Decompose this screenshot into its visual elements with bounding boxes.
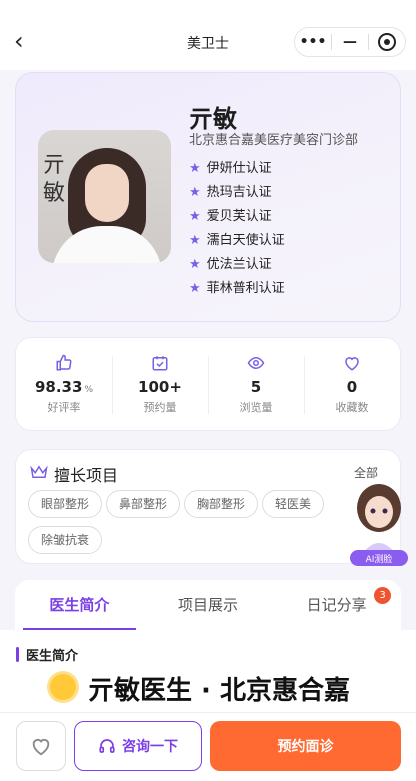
tab-projects[interactable]: 项目展示: [144, 580, 273, 630]
target-icon: [378, 33, 396, 51]
book-consultation-button[interactable]: 预约面诊: [210, 721, 401, 771]
eye-icon: [208, 354, 304, 374]
heart-outline-icon: [32, 739, 50, 756]
favorite-button[interactable]: [16, 721, 66, 771]
star-icon: ★: [189, 281, 201, 296]
certification-label: 菲林普利认证: [206, 281, 285, 296]
stat-value: 98.33: [34, 378, 83, 396]
tab-doctor-intro[interactable]: 医生简介: [15, 580, 144, 630]
diary-count-badge: 3: [374, 587, 392, 604]
certification-label: 伊妍仕认证: [206, 161, 272, 176]
doctor-profile-card: 亓敏 亓敏 北京惠合嘉美医疗美容门诊部 ★ 伊妍仕认证 ★ 热玛吉认证 ★ 爱贝芙认证…: [15, 72, 401, 322]
ai-label: AI测脸: [366, 553, 393, 565]
skills-card: 擅长项目 全部 眼部整形 鼻部整形 胸部整形 轻医美 除皱抗衰: [15, 449, 401, 564]
more-menu-button[interactable]: •••: [295, 34, 331, 50]
intro-headline: 亓敏医生 · 北京惠合嘉: [88, 676, 350, 706]
tab-diary-label: 日记分享: [306, 596, 367, 614]
certification-item: ★ 菲林普利认证: [189, 277, 285, 301]
stat-views: 5 浏览量: [208, 338, 304, 430]
heart-icon: [304, 354, 400, 374]
stat-rating: 98.33% 好评率: [16, 338, 112, 430]
photo-face: [85, 164, 129, 222]
bottom-action-bar: 咨询一下 预约面诊: [0, 712, 416, 781]
minimize-button[interactable]: —: [332, 34, 368, 50]
stat-appointments: 100+ 预约量: [112, 338, 208, 430]
certification-item: ★ 热玛吉认证: [189, 181, 285, 205]
calendar-icon: [112, 354, 208, 374]
stat-favorites: 0 收藏数: [304, 338, 400, 430]
stat-label: 预约量: [143, 401, 177, 414]
stat-label: 好评率: [47, 401, 81, 414]
tab-diary[interactable]: 日记分享 3: [272, 580, 401, 630]
stat-label: 浏览量: [239, 401, 273, 414]
stats-card: 98.33% 好评率 100+ 预约量 5 浏览量 0 收藏数: [15, 337, 401, 431]
consult-label: 咨询一下: [122, 739, 178, 755]
skill-tag[interactable]: 轻医美: [262, 490, 325, 518]
sun-icon: [50, 674, 76, 700]
skills-title: 擅长项目: [54, 466, 119, 485]
certification-label: 热玛吉认证: [206, 185, 272, 200]
stat-value: 100+: [138, 378, 182, 396]
skills-header: 擅长项目: [30, 462, 118, 486]
thumb-up-icon: [16, 354, 112, 374]
star-icon: ★: [189, 161, 201, 176]
top-nav-bar: ‹ 美卫士 ••• —: [0, 0, 416, 70]
certification-item: ★ 濡白天使认证: [189, 229, 285, 253]
certification-item: ★ 优法兰认证: [189, 253, 285, 277]
star-icon: ★: [189, 209, 201, 224]
photo-coat: [52, 226, 162, 263]
crown-icon: [30, 464, 48, 484]
skill-tag[interactable]: 鼻部整形: [106, 490, 181, 518]
skill-tag[interactable]: 胸部整形: [184, 490, 259, 518]
certification-item: ★ 伊妍仕认证: [189, 157, 285, 181]
stat-value: 5: [250, 378, 262, 396]
mini-program-capsule: ••• —: [294, 27, 406, 57]
certification-item: ★ 爱贝芙认证: [189, 205, 285, 229]
content-tabs: 医生简介 项目展示 日记分享 3: [15, 580, 401, 630]
stat-value: 0: [346, 378, 358, 396]
ai-face-test-button[interactable]: AI测脸: [346, 480, 412, 570]
certification-label: 爱贝芙认证: [206, 209, 272, 224]
skills-all-link[interactable]: 全部: [354, 464, 378, 481]
certification-label: 优法兰认证: [206, 257, 272, 272]
certification-label: 濡白天使认证: [206, 233, 285, 248]
intro-section-title: 医生简介: [26, 649, 79, 664]
stat-unit: %: [84, 385, 93, 395]
skill-tag[interactable]: 除皱抗衰: [28, 526, 103, 554]
star-icon: ★: [189, 233, 201, 248]
intro-header: 医生简介: [16, 645, 78, 664]
hospital-name[interactable]: 北京惠合嘉美医疗美容门诊部: [189, 129, 358, 148]
certification-list: ★ 伊妍仕认证 ★ 热玛吉认证 ★ 爱贝芙认证 ★ 濡白天使认证 ★ 优法兰认证 ★ 菲林普…: [189, 157, 285, 301]
consult-button[interactable]: 咨询一下: [74, 721, 202, 771]
doctor-intro-section: 医生简介 亓敏医生 · 北京惠合嘉: [0, 630, 416, 720]
close-mini-program-button[interactable]: [369, 33, 405, 51]
skill-tag[interactable]: 眼部整形: [28, 490, 103, 518]
section-accent-bar: [16, 647, 19, 662]
stat-label: 收藏数: [335, 401, 369, 414]
doctor-photo[interactable]: 亓敏: [38, 130, 171, 263]
star-icon: ★: [189, 257, 201, 272]
headset-icon: [99, 739, 115, 753]
star-icon: ★: [189, 185, 201, 200]
